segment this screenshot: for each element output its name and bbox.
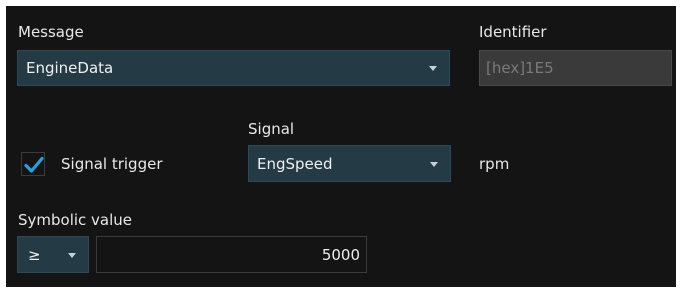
- checkmark-icon: [24, 156, 44, 173]
- symbolic-value-number: 5000: [321, 245, 360, 264]
- symbolic-value-input[interactable]: 5000: [96, 236, 367, 273]
- message-label: Message: [18, 23, 84, 41]
- chevron-down-icon: [430, 161, 438, 167]
- signal-label: Signal: [248, 120, 295, 138]
- chevron-down-icon: [429, 66, 437, 71]
- symbolic-value-label: Symbolic value: [18, 211, 133, 229]
- operator-value: ≥: [28, 245, 41, 264]
- message-selected-value: EngineData: [26, 59, 114, 77]
- signal-trigger-label: Signal trigger: [61, 155, 163, 173]
- chevron-down-icon: [68, 252, 76, 258]
- identifier-value: [hex]1E5: [486, 59, 554, 77]
- identifier-label: Identifier: [479, 23, 547, 41]
- identifier-field: [hex]1E5: [479, 50, 672, 86]
- signal-dropdown[interactable]: EngSpeed: [248, 145, 451, 182]
- signal-unit: rpm: [479, 155, 510, 173]
- trigger-settings-panel: Message EngineData Identifier [hex]1E5 S…: [6, 6, 676, 287]
- operator-dropdown[interactable]: ≥: [17, 236, 89, 273]
- signal-selected-value: EngSpeed: [257, 154, 333, 173]
- signal-trigger-checkbox[interactable]: [21, 152, 45, 176]
- message-dropdown[interactable]: EngineData: [17, 50, 450, 86]
